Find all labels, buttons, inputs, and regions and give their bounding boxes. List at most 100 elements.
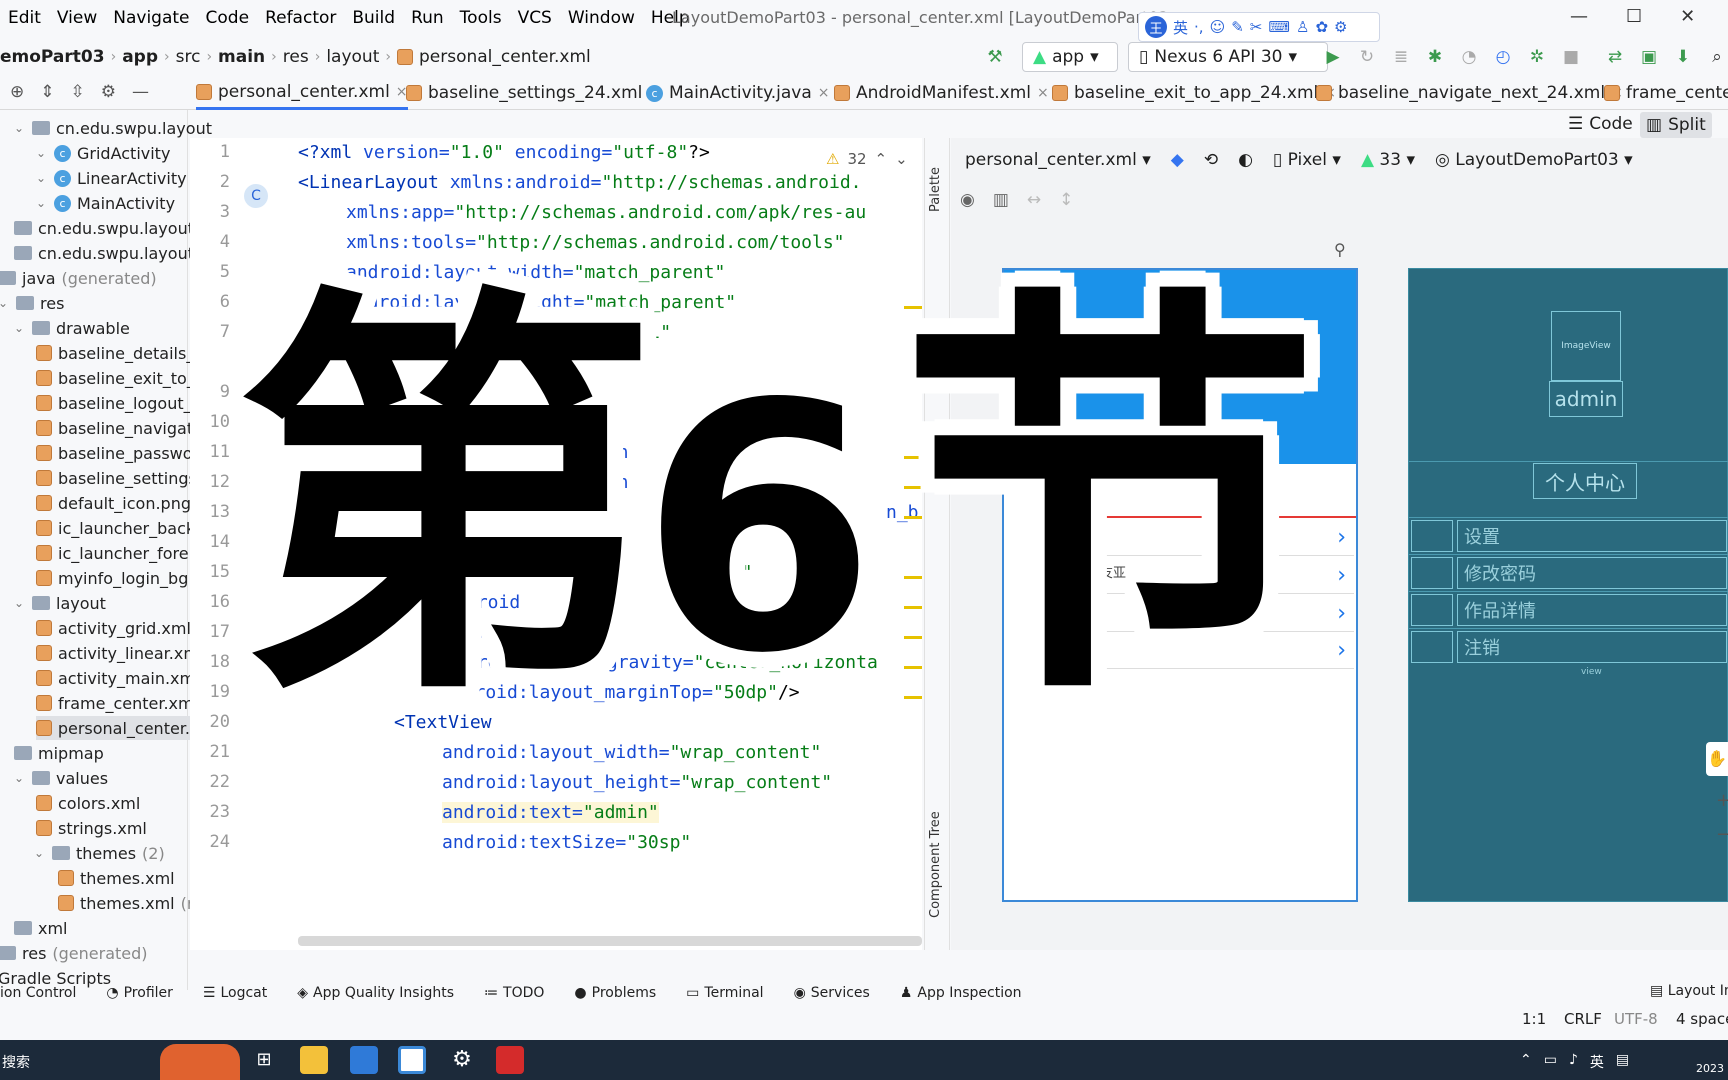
tool-logcat[interactable]: ☰ Logcat (203, 985, 267, 1001)
orientation-icon[interactable]: ⟲ (1204, 150, 1218, 170)
crumb-file[interactable]: personal_center.xml (413, 47, 597, 67)
wps-icon[interactable] (496, 1046, 524, 1074)
code-line[interactable]: android:layout_width="match_parent" (346, 262, 725, 283)
search-icon[interactable]: ⌕ (1706, 46, 1728, 68)
tree-item[interactable]: res (generated) (0, 941, 148, 965)
ime-emoji-icon[interactable]: ☺ (1210, 18, 1226, 36)
tree-item[interactable]: baseline_logout_ (36, 391, 192, 415)
tree-item[interactable]: ⌄ c GridActivity (36, 141, 170, 165)
eye-icon[interactable]: ◉ (960, 190, 975, 210)
expand-chevron-icon[interactable]: ⌄ (0, 296, 10, 310)
tab-baseline-navigate[interactable]: baseline_navigate_next_24.xml× (1316, 76, 1623, 110)
tool-problems[interactable]: ● Problems (574, 985, 656, 1001)
tree-item[interactable]: themes.xml (58, 866, 175, 890)
coverage-icon[interactable]: ✲ (1526, 46, 1548, 68)
apply-code-icon[interactable]: ≣ (1390, 46, 1412, 68)
expand-chevron-icon[interactable]: ⌄ (14, 771, 26, 785)
menu-navigate[interactable]: Navigate (105, 8, 197, 28)
warning-stripe[interactable] (904, 306, 922, 309)
code-line[interactable]: <TextView (394, 712, 492, 733)
crumb-layout[interactable]: layout (320, 47, 385, 67)
tray-chevron-icon[interactable]: ⌃ (1520, 1052, 1532, 1072)
menu-tools[interactable]: Tools (452, 8, 510, 28)
tree-item[interactable]: frame_center.xm (36, 691, 194, 715)
tree-item[interactable]: ⌄ layout (14, 591, 106, 615)
tab-frame-center[interactable]: frame_cente (1604, 76, 1728, 110)
tree-item[interactable]: baseline_passwo (36, 441, 193, 465)
tree-item[interactable]: java (generated) (0, 266, 157, 290)
code-line[interactable]: dp" (720, 562, 753, 583)
hide-icon[interactable]: — (132, 82, 149, 102)
close-icon[interactable]: ✕ (1680, 6, 1695, 27)
locate-icon[interactable]: ⊕ (10, 82, 24, 102)
code-line[interactable]: n_b (886, 502, 919, 523)
tab-personal-center[interactable]: personal_center.xml × (196, 76, 408, 110)
phone-preview[interactable]: › › › › 友亚 (1002, 268, 1358, 902)
layers-icon[interactable]: ◆ (1171, 150, 1184, 170)
taskbar-search[interactable]: 搜索 (2, 1052, 30, 1072)
tool-version-control[interactable]: ion Control (0, 985, 76, 1001)
tree-item[interactable]: activity_linear.xm (36, 641, 199, 665)
crumb-src[interactable]: src (170, 47, 207, 67)
menu-code[interactable]: Code (198, 8, 258, 28)
api-select[interactable]: ▲ 33 ▾ (1361, 150, 1415, 170)
blueprint-toggle-icon[interactable]: ▥ (993, 190, 1009, 210)
close-tab-icon[interactable]: × (818, 85, 830, 101)
tool-terminal[interactable]: ▭ Terminal (686, 985, 763, 1001)
expand-chevron-icon[interactable]: ⌄ (14, 321, 26, 335)
horizontal-scrollbar[interactable] (298, 936, 922, 946)
menu-window[interactable]: Window (560, 8, 643, 28)
expand-chevron-icon[interactable]: ⌄ (36, 196, 48, 210)
tree-item[interactable]: myinfo_login_bg (36, 566, 188, 590)
run-config-select[interactable]: ▲ app ▾ (1022, 42, 1118, 72)
horizontal-constraint-icon[interactable]: ↔ (1027, 190, 1041, 210)
tree-item[interactable]: colors.xml (36, 791, 140, 815)
crumb-project[interactable]: emoPart03 (0, 47, 111, 67)
stop-icon[interactable]: ■ (1560, 46, 1582, 68)
run-icon[interactable]: ▶ (1322, 46, 1344, 68)
warning-stripe[interactable] (904, 696, 922, 699)
file-explorer-icon[interactable] (300, 1046, 328, 1074)
code-line[interactable]: android:layout_marginTop="50dp"/> (442, 682, 800, 703)
gutter-class-icon[interactable]: C (244, 184, 268, 208)
tool-app-inspection[interactable]: ♟ App Inspection (900, 985, 1022, 1001)
tree-item[interactable]: ⌄ cn.edu.swpu.layout (14, 116, 212, 140)
tree-item[interactable]: mipmap (14, 741, 104, 765)
ime-toolbar[interactable]: 王 英 ·, ☺ ✎ ✂ ⌨ ♙ ✿ ⚙ (1138, 12, 1380, 42)
tree-item[interactable]: cn.edu.swpu.layout (14, 241, 194, 265)
ime-settings-icon[interactable]: ⚙ (1334, 18, 1347, 36)
close-tab-icon[interactable]: × (1037, 85, 1049, 101)
design-file-select[interactable]: personal_center.xml ▾ (965, 150, 1151, 170)
tree-item[interactable]: xml (14, 916, 68, 940)
menu-refactor[interactable]: Refactor (257, 8, 344, 28)
android-studio-icon[interactable] (398, 1046, 426, 1074)
ime-user-icon[interactable]: ♙ (1296, 18, 1309, 36)
menu-view[interactable]: View (49, 8, 105, 28)
tab-android-manifest[interactable]: AndroidManifest.xml × (834, 76, 1049, 110)
expand-chevron-icon[interactable]: ⌄ (36, 146, 48, 160)
code-line[interactable]: droid (466, 592, 520, 613)
menu-edit[interactable]: Edit (0, 8, 49, 28)
next-highlight-icon[interactable]: ⌄ (895, 150, 908, 168)
warning-stripe[interactable] (904, 636, 922, 639)
code-line[interactable]: <?xml version="1.0" encoding="utf-8"?> (298, 142, 710, 163)
profile-icon[interactable]: ◴ (1492, 46, 1514, 68)
line-separator[interactable]: CRLF (1564, 1010, 1602, 1028)
code-line[interactable]: droid.layout_gravity="center_horizonta (466, 652, 878, 673)
tab-baseline-settings[interactable]: baseline_settings_24.xml× (406, 76, 660, 110)
tree-item[interactable]: baseline_navigat (36, 416, 193, 440)
tree-item[interactable]: ⌄ c MainActivity (36, 191, 175, 215)
build-hammer-icon[interactable]: ⚒ (984, 46, 1006, 68)
caret-position[interactable]: 1:1 (1522, 1010, 1546, 1028)
app-icon[interactable] (350, 1046, 378, 1074)
notification-icon[interactable]: ▤ (1616, 1052, 1629, 1072)
expand-all-icon[interactable]: ⇕ (40, 82, 54, 102)
tree-item[interactable]: themes.xml (r (58, 891, 193, 915)
device-select[interactable]: ▯ Nexus 6 API 30 ▾ (1128, 42, 1328, 72)
menu-vcs[interactable]: VCS (510, 8, 560, 28)
tree-item[interactable]: personal_center. (36, 716, 190, 740)
palette-tab[interactable]: Palette (928, 167, 943, 212)
taskbar-clock[interactable]: 2023 (1696, 1062, 1724, 1075)
theme-select[interactable]: ◎ LayoutDemoPart03 ▾ (1435, 150, 1633, 170)
expand-chevron-icon[interactable]: ⌄ (34, 846, 46, 860)
